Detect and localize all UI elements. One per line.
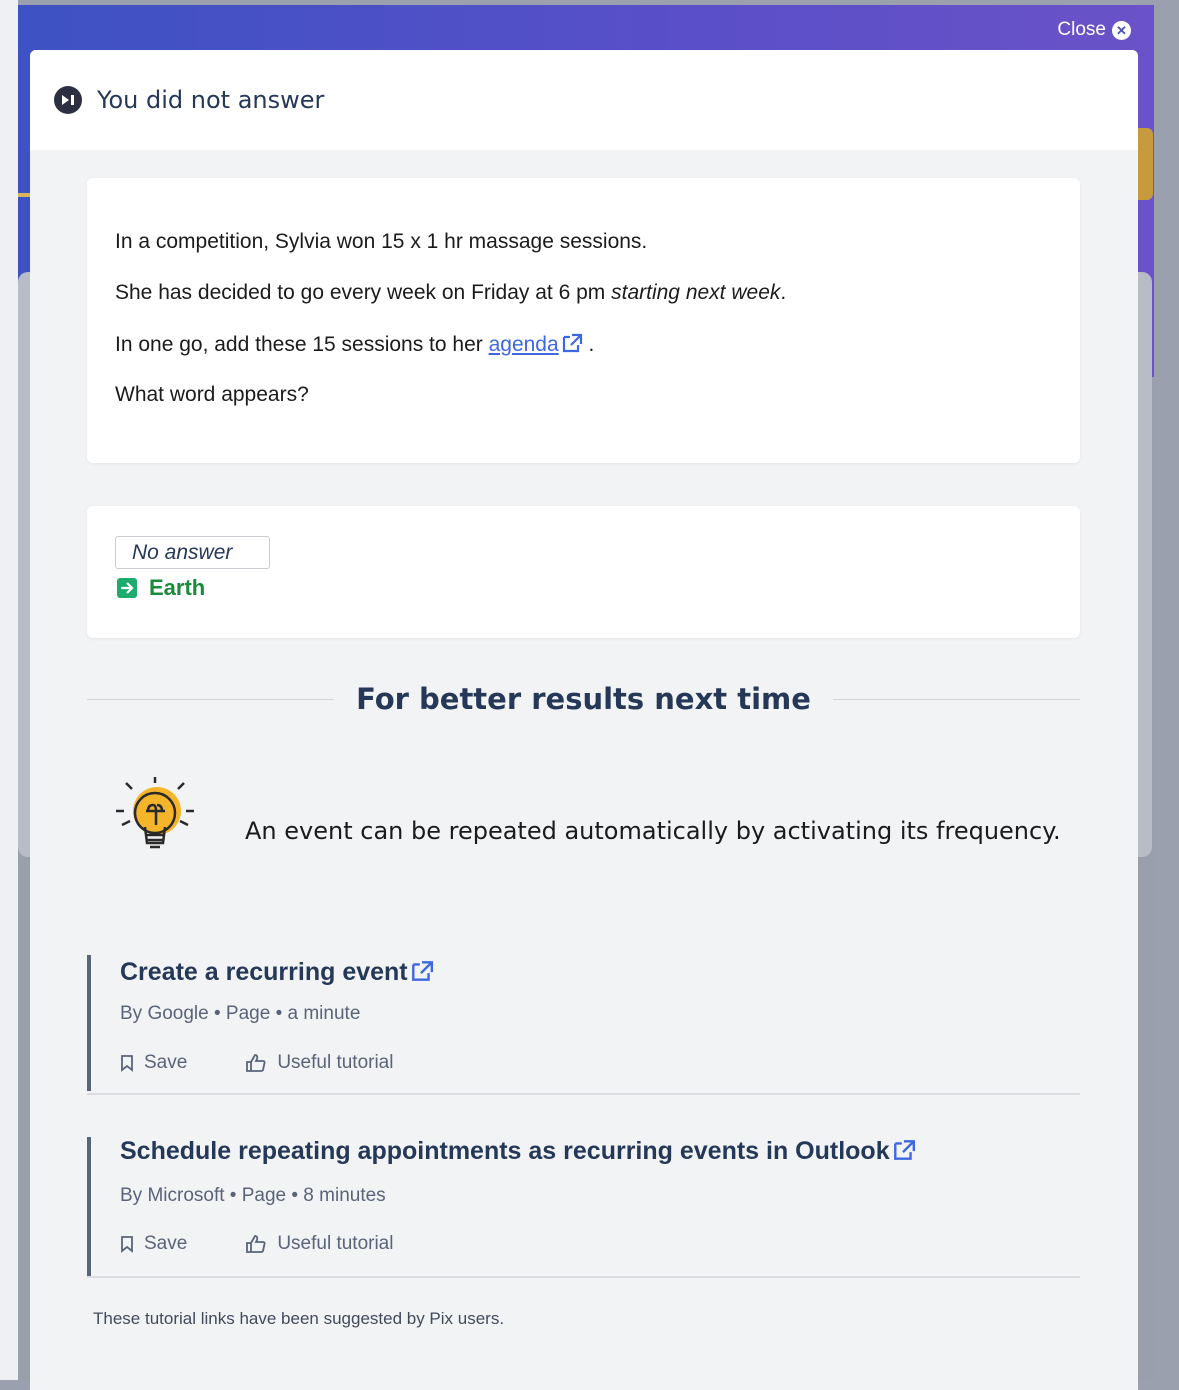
save-button[interactable]: Save [120,1233,187,1255]
instruction-line-1: In a competition, Sylvia won 15 x 1 hr m… [115,230,648,253]
given-answer-field: No answer [115,536,270,569]
tutorial-title[interactable]: Schedule repeating appointments as recur… [120,1137,916,1166]
tutorial-actions: Save Useful tutorial [120,1052,393,1074]
external-link-icon [562,333,582,353]
challenge-instruction-card: In a competition, Sylvia won 15 x 1 hr m… [87,178,1080,463]
skip-icon [54,86,82,114]
modal-title: You did not answer [97,86,325,114]
thumbs-up-icon [246,1054,266,1072]
bookmark-icon [121,1236,133,1253]
useful-tutorial-button[interactable]: Useful tutorial [245,1233,393,1255]
agenda-link[interactable]: agenda [489,333,559,356]
learning-section-title: For better results next time [87,674,1081,724]
tutorial-meta: By Microsoft • Page • 8 minutes [120,1185,386,1206]
tutorial-meta: By Google • Page • a minute [120,1003,361,1024]
tutorial-card: Create a recurring event By Google • Pag… [87,955,1080,1095]
tutorial-title[interactable]: Create a recurring event [120,958,434,987]
background-page-edge [0,0,18,1380]
modal-header: You did not answer [30,50,1138,150]
divider [832,698,1081,700]
tutorial-card: Schedule repeating appointments as recur… [87,1137,1080,1278]
external-link-icon [893,1140,915,1160]
instruction-line-2: She has decided to go every week on Frid… [115,281,787,304]
instruction-line-4: What word appears? [115,383,309,406]
answer-card: No answer Earth [87,506,1080,638]
divider [87,698,335,700]
bookmark-icon [121,1055,133,1072]
solution-text: Earth [149,575,206,600]
section-heading: For better results next time [356,682,811,716]
close-button[interactable]: Close ✕ [1057,19,1131,41]
tutorial-accent-bar [87,1137,91,1276]
lightbulb-icon [116,777,194,849]
correction-modal: You did not answer In a competition, Syl… [30,50,1138,1390]
useful-tutorial-button[interactable]: Useful tutorial [245,1052,393,1074]
tutorial-accent-bar [87,955,91,1091]
arrow-right-icon [117,578,137,598]
save-button[interactable]: Save [120,1052,187,1074]
instruction-emphasis: starting next week [611,281,781,304]
tutorials-footer-note: These tutorial links have been suggested… [93,1309,505,1328]
close-icon: ✕ [1112,20,1131,40]
instruction-line-3: In one go, add these 15 sessions to her … [115,333,595,356]
hint-text: An event can be repeated automatically b… [245,817,1061,845]
external-link-icon [411,961,433,981]
hint-row: An event can be repeated automatically b… [110,775,1070,870]
tutorial-actions: Save Useful tutorial [120,1233,393,1255]
solution-row: Earth [117,575,205,601]
close-label: Close [1057,19,1106,40]
thumbs-up-icon [246,1235,266,1253]
